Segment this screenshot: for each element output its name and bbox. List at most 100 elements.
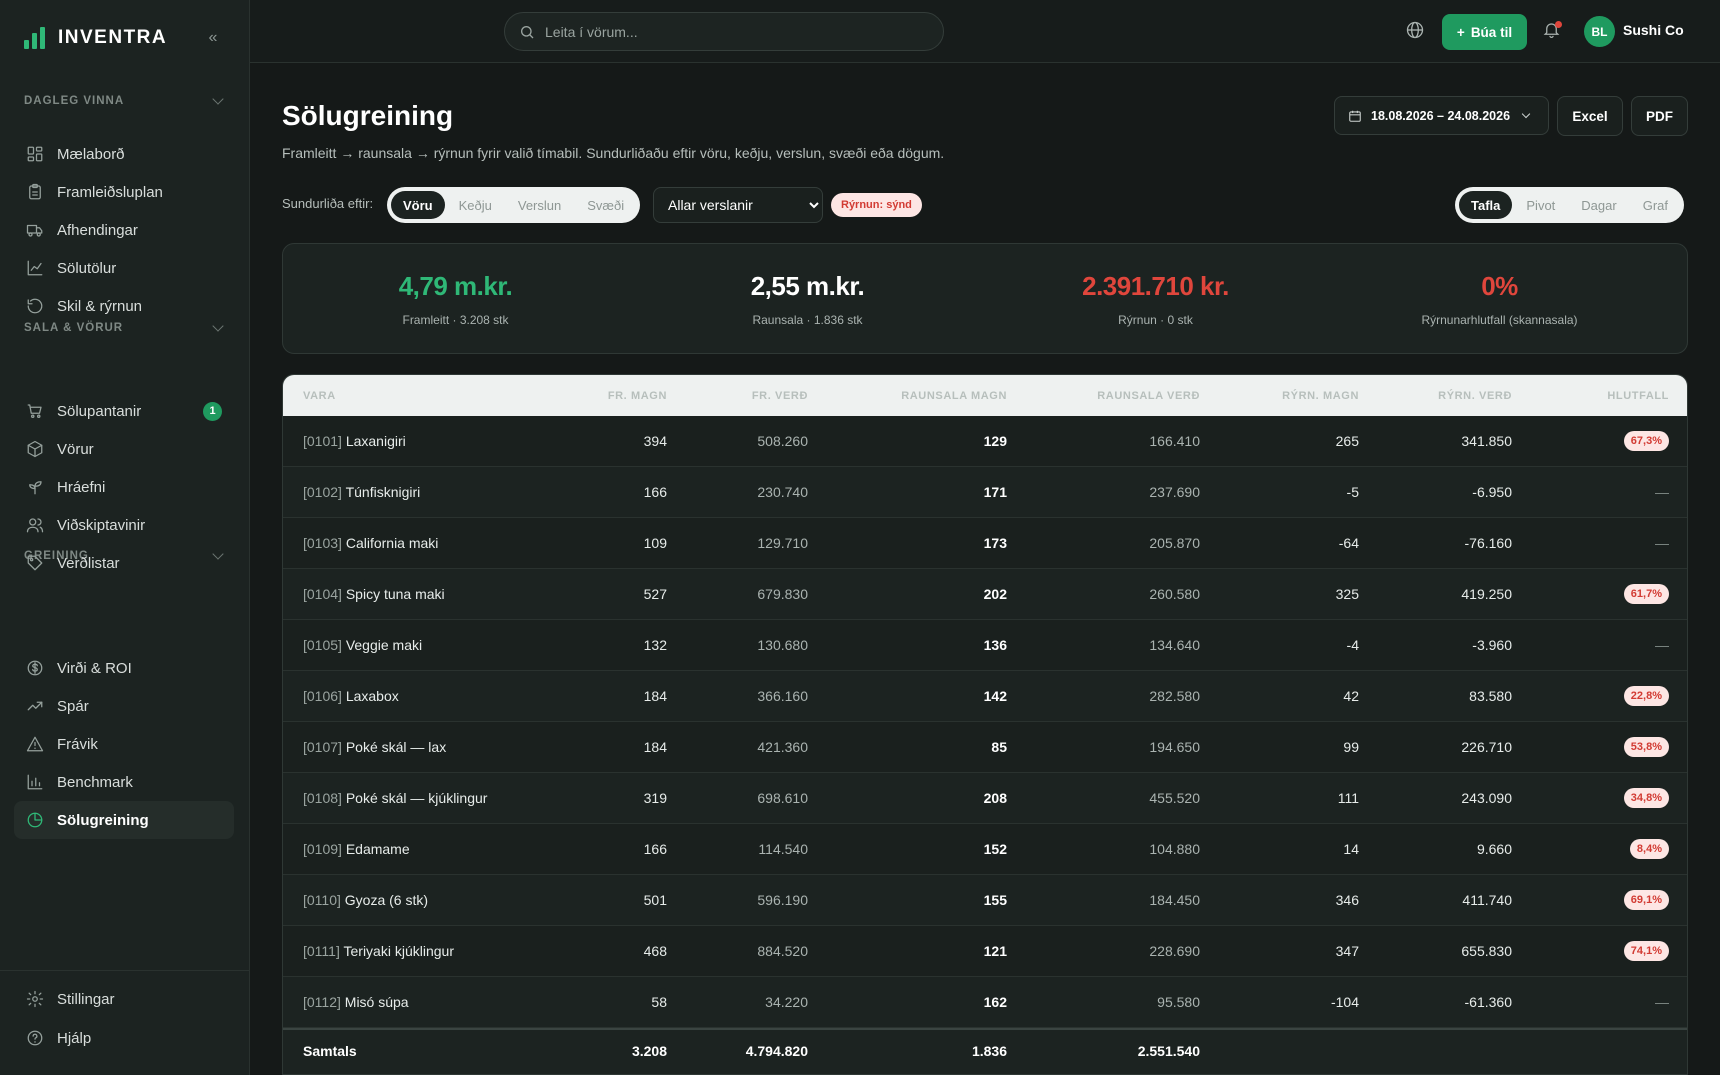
table-row[interactable]: [0104] Spicy tuna maki 527 679.830 202 260.5… [283, 569, 1687, 620]
cell-shrink-price: 419.250 [1461, 586, 1512, 602]
view-option-dagar[interactable]: Dagar [1569, 191, 1628, 219]
sidebar-item-hraefni[interactable]: Hráefni [14, 468, 234, 506]
sidebar-item-vir-i-roi[interactable]: Virði & ROI [14, 649, 234, 687]
product-code: [0109] [303, 841, 342, 857]
column-header-ryrn-ver[interactable]: RÝRN. VERÐ [1379, 390, 1532, 402]
cell-ratio: 53,8% [1532, 737, 1687, 757]
cell-shrink-price: -76.160 [1464, 535, 1512, 551]
sidebar-item-solupantanir[interactable]: Sölupantanir 1 [14, 392, 234, 430]
sidebar-item-skil-ryrnun[interactable]: Skil & rýrnun [14, 287, 234, 325]
cell-shrink-qty: -104 [1330, 994, 1359, 1010]
table-row[interactable]: [0101] Laxanigiri 394 508.260 129 166.410 265… [283, 416, 1687, 467]
date-range-picker[interactable]: 18.08.2026 – 24.08.2026 [1334, 96, 1549, 135]
box-icon [27, 440, 43, 458]
create-button[interactable]: + Búa til [1442, 14, 1527, 50]
cell-fr-qty: 109 [643, 535, 667, 551]
store-select[interactable]: Allar verslanir [653, 187, 823, 223]
language-button[interactable] [1405, 20, 1427, 42]
cell-sale-price: 184.450 [1149, 892, 1200, 908]
product-name: Spicy tuna maki [345, 586, 445, 602]
search-input[interactable] [545, 23, 925, 40]
product-code: [0105] [303, 637, 342, 653]
breakdown-option-verslun[interactable]: Verslun [506, 191, 573, 219]
cell-sale-qty: 121 [983, 943, 1007, 959]
cell-fr-qty: 166 [643, 841, 667, 857]
cell-fr-price: 679.830 [757, 586, 808, 602]
sidebar-item-label: Spár [57, 697, 89, 715]
column-header-fr-magn[interactable]: FR. MAGN [555, 390, 687, 402]
table-row[interactable]: [0108] Poké skál — kjúklingur 319 698.610 2… [283, 773, 1687, 824]
cell-shrink-qty: 42 [1343, 688, 1359, 704]
table-row[interactable]: [0106] Laxabox 184 366.160 142 282.580 42 83.5… [283, 671, 1687, 722]
cell-fr-qty: 394 [643, 433, 667, 449]
sidebar-item-m-labor[interactable]: Mælaborð [14, 135, 234, 173]
sidebar-item-vorur[interactable]: Vörur [14, 430, 234, 468]
section-header-1[interactable]: DAGLEG VINNA [24, 91, 226, 111]
sidebar-item-afhendingar[interactable]: Afhendingar [14, 211, 234, 249]
sidebar-item-label: Mælaborð [57, 145, 125, 163]
sidebar-item-spar[interactable]: Spár [14, 687, 234, 725]
column-header-raunsala-ver[interactable]: RAUNSALA VERÐ [1027, 390, 1220, 402]
sidebar-item-fravik[interactable]: Frávik [14, 725, 234, 763]
shrink-filter-pill[interactable]: Rýrnun: sýnd [831, 193, 922, 217]
cell-fr-price: 508.260 [757, 433, 808, 449]
pct-badge: 67,3% [1623, 431, 1669, 451]
cell-shrink-price: 226.710 [1461, 739, 1512, 755]
cell-sale-price: 237.690 [1149, 484, 1200, 500]
truck-icon [26, 224, 43, 237]
trend-up-icon [27, 701, 43, 711]
sidebar-item-ver-listar[interactable]: Verðlistar [14, 544, 234, 582]
column-header-hlutfall[interactable]: HLUTFALL [1532, 390, 1687, 402]
cell-shrink-qty: -4 [1346, 637, 1359, 653]
view-option-tafla[interactable]: Tafla [1459, 191, 1513, 219]
table-row[interactable]: [0102] Túnfisknigiri 166 230.740 171 237.690… [283, 467, 1687, 518]
sidebar-item-solutolur[interactable]: Sölutölur [14, 249, 234, 287]
table-row[interactable]: [0103] California maki 109 129.710 173 205.8… [283, 518, 1687, 569]
cell-product: [0101] Laxanigiri [283, 433, 555, 449]
clipboard-icon [29, 183, 41, 200]
table-row[interactable]: [0109] Edamame 166 114.540 152 104.880 14 9.66… [283, 824, 1687, 875]
pct-badge: 8,4% [1629, 839, 1669, 859]
product-name: Laxabox [345, 688, 399, 704]
breakdown-option-sv-i[interactable]: Svæði [575, 191, 636, 219]
collapse-sidebar-icon[interactable]: « [200, 26, 226, 50]
column-header-ryrn-magn[interactable]: RÝRN. MAGN [1220, 390, 1379, 402]
cell-sale-qty: 155 [983, 892, 1007, 908]
sidebar-item-label: Frávik [57, 735, 98, 753]
cell-shrink-price: 9.660 [1476, 841, 1512, 857]
cell-shrink-price: -3.960 [1472, 637, 1512, 653]
cell-fr-price: 596.190 [757, 892, 808, 908]
column-header-raunsala-magn[interactable]: RAUNSALA MAGN [828, 390, 1027, 402]
view-option-graf[interactable]: Graf [1631, 191, 1680, 219]
breakdown-label: Sundurliða eftir: [282, 196, 374, 211]
sidebar-item-solugreining[interactable]: Sölugreining [14, 801, 234, 839]
cell-fr-price: 34.220 [765, 994, 808, 1010]
search-box[interactable] [504, 12, 944, 51]
export-excel-button[interactable]: Excel [1557, 96, 1623, 136]
notifications-button[interactable] [1542, 20, 1564, 42]
sidebar-item-framlei-sluplan[interactable]: Framleiðsluplan [14, 173, 234, 211]
avatar[interactable]: BL [1584, 16, 1615, 47]
column-header-vara[interactable]: VARA [283, 390, 555, 402]
user-name[interactable]: Sushi Co [1623, 22, 1684, 38]
table-row[interactable]: [0105] Veggie maki 132 130.680 136 134.640 -4… [283, 620, 1687, 671]
table-row[interactable]: [0107] Poké skál — lax 184 421.360 85 194.65… [283, 722, 1687, 773]
dashboard-icon [27, 146, 43, 162]
column-header-fr-ver[interactable]: FR. VERÐ [687, 390, 828, 402]
pct-badge: 53,8% [1623, 737, 1669, 757]
table-row[interactable]: [0110] Gyoza (6 stk) 501 596.190 155 184.450… [283, 875, 1687, 926]
kpi-value: 2,55 m.kr. [750, 271, 865, 301]
export-pdf-button[interactable]: PDF [1631, 96, 1688, 136]
brand[interactable]: INVENTRA [24, 24, 167, 52]
cell-sale-qty: 136 [983, 637, 1007, 653]
cell-sale-qty: 202 [983, 586, 1007, 602]
table-row[interactable]: [0112] Misó súpa 58 34.220 162 95.580 -104 -61… [283, 977, 1687, 1028]
view-option-pivot[interactable]: Pivot [1514, 191, 1567, 219]
breakdown-option-voru[interactable]: Vöru [391, 191, 445, 219]
sidebar-item-vi-skiptavinir[interactable]: Viðskiptavinir [14, 506, 234, 544]
date-range-value: 18.08.2026 – 24.08.2026 [1371, 108, 1511, 123]
cell-sale-price: 194.650 [1149, 739, 1200, 755]
breakdown-option-ke-ju[interactable]: Keðju [447, 191, 504, 219]
table-row[interactable]: [0111] Teriyaki kjúklingur 468 884.520 121 2… [283, 926, 1687, 977]
sidebar-item-benchmark[interactable]: Benchmark [14, 763, 234, 801]
